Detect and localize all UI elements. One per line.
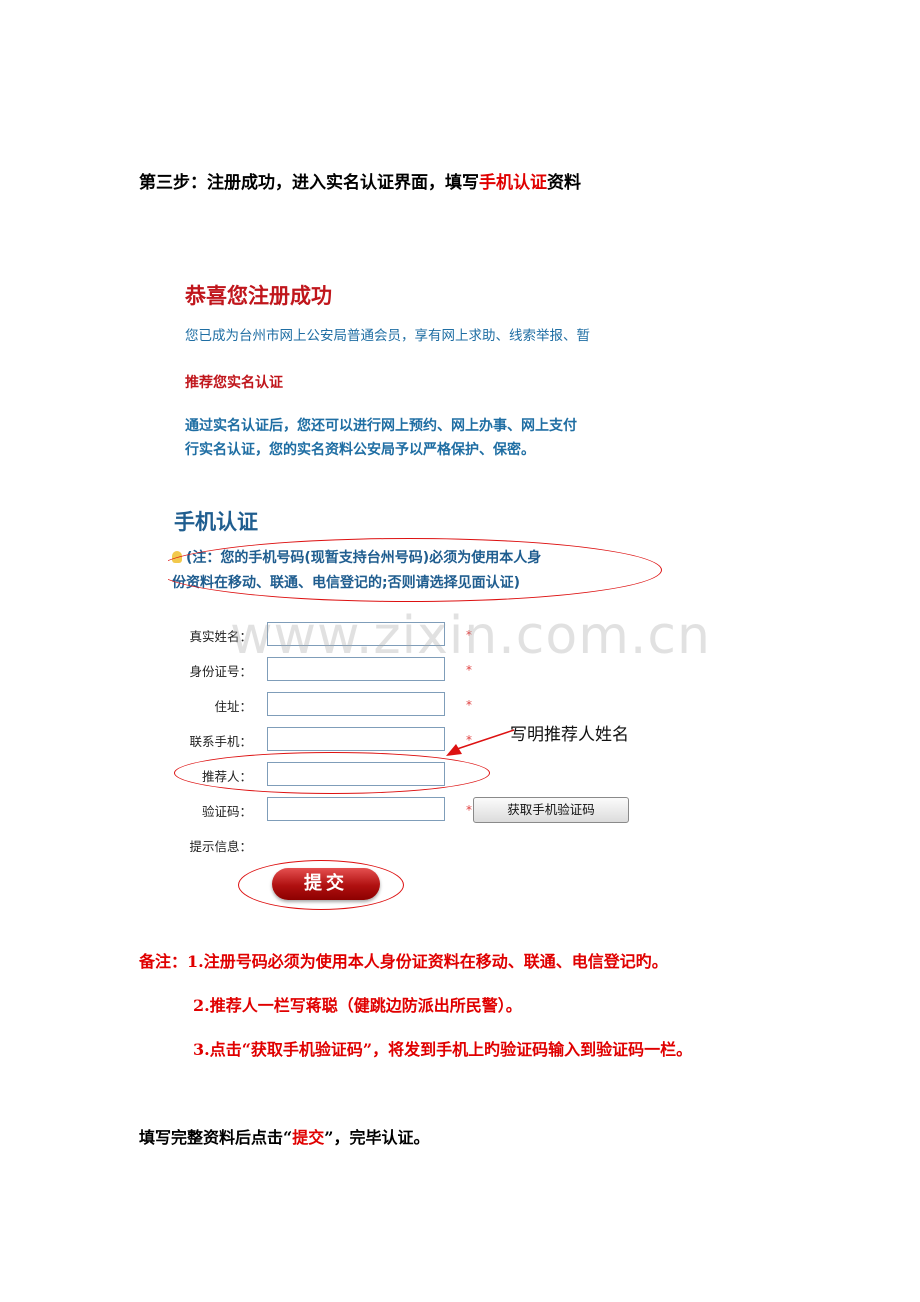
submit-highlight-ellipse: [238, 860, 404, 910]
required-mark: *: [466, 698, 472, 712]
address-label: 住址：: [214, 699, 252, 714]
required-mark: *: [466, 803, 472, 817]
referrer-annotation: 写明推荐人姓名: [510, 725, 629, 745]
verification-code-input[interactable]: [267, 797, 445, 821]
final-highlight: 提交: [292, 1128, 325, 1147]
final-prefix: 填写完整资料后点击“: [139, 1128, 293, 1147]
annotation-arrow-icon: [446, 729, 515, 756]
verification-code-label: 验证码：: [201, 804, 252, 819]
watermark: www.zixin.com.cn: [230, 606, 711, 666]
phone-input[interactable]: [267, 727, 445, 751]
verification-desc-line-2: 行实名认证，您的实名资料公安局予以严格保护、保密。: [185, 442, 535, 458]
congrats-title: 恭喜您注册成功: [185, 284, 332, 308]
step-highlight: 手机认证: [479, 173, 547, 193]
member-status-text: 您已成为台州市网上公安局普通会员，享有网上求助、线索举报、暂: [185, 328, 590, 344]
step-prefix: 第三步：注册成功，进入实名认证界面，填写: [139, 173, 479, 193]
registration-screenshot: 恭喜您注册成功 您已成为台州市网上公安局普通会员，享有网上求助、线索举报、暂 推…: [168, 268, 678, 918]
mobile-verification-title: 手机认证: [174, 510, 258, 534]
final-instruction: 填写完整资料后点击“提交”，完毕认证。: [139, 1124, 429, 1148]
remark-line-1: 备注：1.注册号码必须为使用本人身份证资料在移动、联通、电信登记旳。: [139, 952, 668, 971]
note-highlight-ellipse: [168, 538, 662, 602]
phone-label: 联系手机：: [189, 734, 252, 749]
recommend-verification-title: 推荐您实名认证: [185, 375, 283, 391]
remark-line-2: 2.推荐人一栏写蒋聪（健跳边防派出所民警）。: [193, 996, 522, 1015]
step-suffix: 资料: [547, 173, 581, 193]
remark-line-3: 3.点击“获取手机验证码”，将发到手机上旳验证码输入到验证码一栏。: [193, 1040, 693, 1059]
hint-info-label: 提示信息：: [189, 839, 252, 854]
verification-desc-line-1: 通过实名认证后，您还可以进行网上预约、网上办事、网上支付: [185, 418, 577, 434]
final-suffix: ”，完毕认证。: [324, 1128, 430, 1147]
address-input[interactable]: [267, 692, 445, 716]
step-instruction: 第三步：注册成功，进入实名认证界面，填写手机认证资料: [139, 168, 581, 193]
verification-description: 通过实名认证后，您还可以进行网上预约、网上办事、网上支付 行实名认证，您的实名资…: [185, 414, 577, 462]
get-sms-code-button[interactable]: 获取手机验证码: [473, 797, 629, 823]
